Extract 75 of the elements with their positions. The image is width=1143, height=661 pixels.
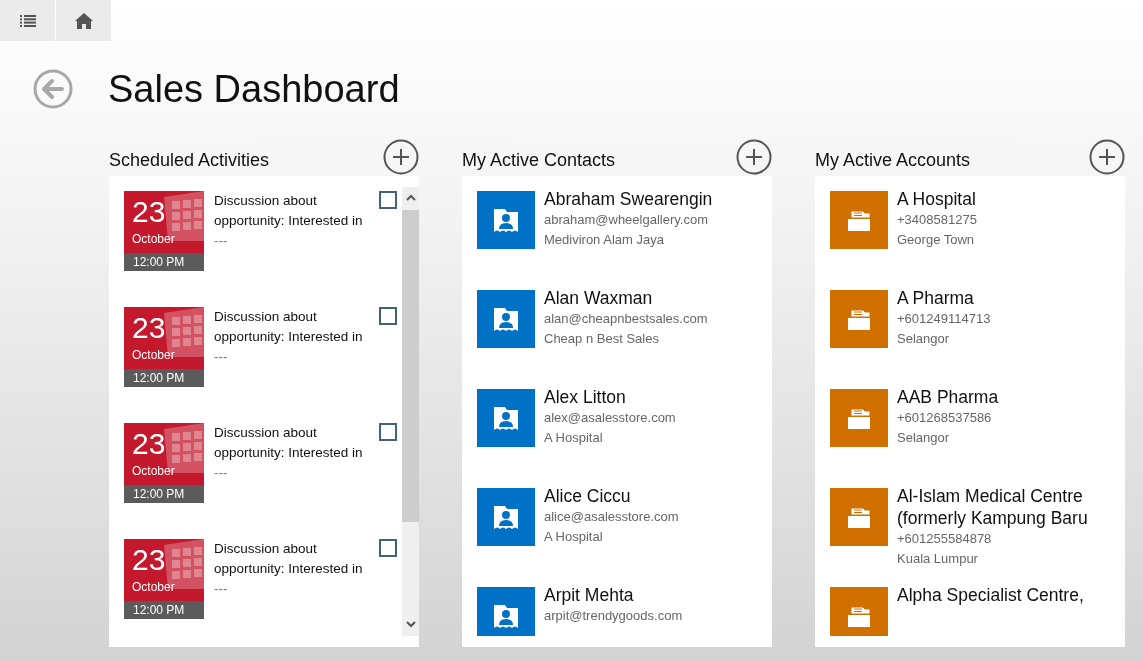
account-city: Selangor	[897, 330, 951, 348]
month-label: October	[132, 580, 175, 594]
scroll-down-icon	[406, 621, 416, 628]
month-label: October	[132, 464, 175, 478]
account-name: A Hospital	[897, 191, 977, 210]
day-number: 23	[132, 543, 166, 577]
day-number: 23	[132, 195, 166, 229]
day-number: 23	[132, 427, 166, 461]
add-button[interactable]	[1089, 138, 1125, 175]
checkbox[interactable]	[379, 307, 397, 325]
contact-email: arpit@trendygoods.com	[544, 607, 684, 625]
list-icon	[19, 14, 36, 27]
folder-icon	[830, 389, 888, 447]
contact-icon	[477, 290, 535, 348]
contact-icon	[477, 389, 535, 447]
day-number: 23	[132, 311, 166, 345]
account-city: Selangor	[897, 429, 951, 447]
home-icon	[74, 12, 93, 29]
folder-icon	[830, 290, 888, 348]
home-button[interactable]	[56, 0, 111, 41]
section-title: My Active Accounts	[815, 149, 971, 171]
list-button[interactable]	[0, 0, 55, 41]
add-button[interactable]	[736, 138, 772, 175]
account-name: Alpha Specialist Centre,	[897, 584, 1085, 606]
activity-subject: Discussion about opportunity: Interested in	[214, 424, 364, 462]
account-phone: +3408581275	[897, 211, 978, 229]
contact-name: Alex Litton	[544, 386, 627, 408]
activity-detail: ---	[214, 232, 229, 250]
checkbox[interactable]	[379, 191, 397, 209]
section-title: My Active Contacts	[462, 149, 616, 171]
contact-name: Alice Ciccu	[544, 485, 632, 507]
contact-email: alan@cheapnbestsales.com	[544, 310, 709, 328]
account-phone: +601249114713	[897, 310, 992, 328]
account-phone: +601268537586	[897, 409, 993, 427]
contact-icon	[477, 488, 535, 546]
folder-icon	[830, 587, 888, 636]
checkbox[interactable]	[379, 423, 397, 441]
account-city: George Town	[897, 231, 976, 249]
contact-icon	[477, 587, 535, 636]
scrollbar[interactable]	[402, 187, 419, 636]
contact-company: Mediviron Alam Jaya	[544, 231, 665, 249]
contact-company: A Hospital	[544, 528, 604, 546]
time-label: 12:00 PM	[124, 485, 204, 503]
activity-detail: ---	[214, 348, 229, 366]
month-label: October	[132, 348, 175, 362]
contact-company: A Hospital	[544, 429, 604, 447]
month-label: October	[132, 232, 175, 246]
section-title: Scheduled Activities	[109, 149, 270, 171]
account-name: A Pharma	[897, 287, 975, 309]
add-button[interactable]	[383, 138, 419, 175]
time-label: 12:00 PM	[124, 369, 204, 387]
activity-subject: Discussion about opportunity: Interested in	[214, 308, 364, 346]
contact-email: alex@asalesstore.com	[544, 409, 677, 427]
account-name: AAB Pharma	[897, 386, 1000, 408]
contact-name: Arpit Mehta	[544, 584, 635, 606]
account-phone: +601255584878	[897, 530, 993, 548]
page-title: Sales Dashboard	[108, 67, 400, 111]
contact-icon	[477, 191, 535, 249]
folder-icon	[830, 191, 888, 249]
account-name: Al-Islam Medical Centre (formerly Kampung Baru	[897, 485, 1089, 529]
contact-name: Alan Waxman	[544, 287, 654, 309]
time-label: 12:00 PM	[124, 253, 204, 271]
activity-subject: Discussion about opportunity: Interested in	[214, 540, 364, 578]
contact-email: abraham@wheelgallery.com	[544, 211, 709, 229]
contact-name: Abraham Swearengin	[544, 191, 714, 210]
time-label: 12:00 PM	[124, 601, 204, 619]
contact-email: alice@asalesstore.com	[544, 508, 680, 526]
folder-icon	[830, 488, 888, 546]
activity-detail: ---	[214, 580, 229, 598]
contact-company: Cheap n Best Sales	[544, 330, 660, 348]
activity-subject: Discussion about opportunity: Interested in	[214, 192, 364, 230]
activity-detail: ---	[214, 464, 229, 482]
checkbox[interactable]	[379, 539, 397, 557]
scroll-up-icon	[406, 194, 416, 201]
account-city: Kuala Lumpur	[897, 550, 979, 568]
